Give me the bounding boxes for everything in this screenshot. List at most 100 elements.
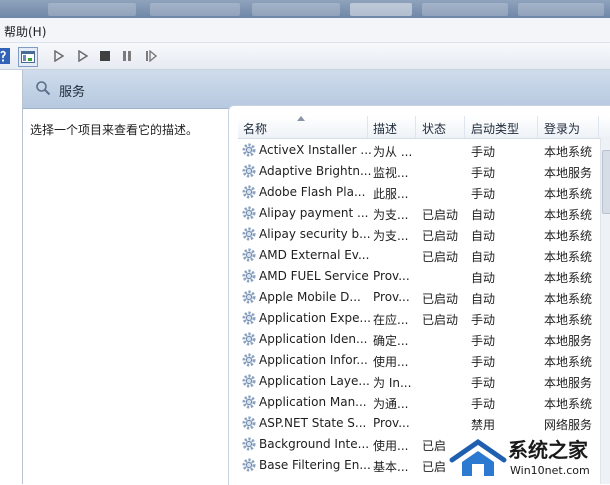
service-name: Adobe Flash Pla...	[259, 185, 366, 199]
table-row[interactable]: AMD FUEL Service Prov... 自动 本地系统	[238, 266, 598, 287]
column-header-logon-as[interactable]: 登录为	[544, 120, 580, 137]
play-icon	[54, 50, 64, 62]
column-header-row: 名称 描述 状态 启动类型 登录为	[238, 116, 610, 139]
pause-icon	[123, 51, 131, 61]
service-status: 已启动	[422, 229, 459, 243]
table-row[interactable]: ASP.NET State S... Prov... 禁用 网络服务	[238, 413, 598, 434]
service-description: Prov...	[373, 416, 410, 430]
stop-icon	[100, 51, 110, 61]
scrollbar-thumb[interactable]	[602, 150, 610, 214]
service-startup-type: 自动	[471, 229, 496, 243]
house-logo-icon	[449, 438, 507, 476]
service-logon-as: 本地系统	[544, 397, 593, 411]
table-row[interactable]: Application Infor... 使用... 手动 本地系统	[238, 350, 598, 371]
show-hide-console-button[interactable]	[18, 47, 38, 67]
service-name: ActiveX Installer ...	[259, 143, 372, 157]
service-logon-as: 本地系统	[544, 250, 593, 264]
service-startup-type: 自动	[471, 292, 496, 306]
service-name: Application Expe...	[259, 311, 371, 325]
toolbar	[0, 43, 610, 70]
table-row[interactable]: Alipay payment ... 为支... 已启动 自动 本地系统	[238, 203, 598, 224]
taskbar-button[interactable]	[350, 3, 412, 16]
service-logon-as: 本地系统	[544, 355, 593, 369]
restart-service-button[interactable]	[142, 47, 160, 65]
start-service-alt-button[interactable]	[74, 47, 92, 65]
stop-service-button[interactable]	[96, 47, 114, 65]
table-row[interactable]: ActiveX Installer ... 为从 ... 手动 本地系统	[238, 140, 598, 161]
service-name: Base Filtering En...	[259, 458, 371, 472]
service-name: Application Laye...	[259, 374, 370, 388]
table-row[interactable]: Adaptive Brightn... 监视... 手动 本地服务	[238, 161, 598, 182]
service-logon-as: 本地系统	[544, 271, 593, 285]
column-header-description[interactable]: 描述	[373, 120, 397, 137]
service-logon-as: 本地系统	[544, 187, 593, 201]
service-description: 此服...	[373, 187, 409, 201]
service-description: 为 In...	[373, 376, 412, 390]
taskbar-button[interactable]	[422, 3, 508, 16]
table-row[interactable]: Application Expe... 在应... 已启动 手动 本地系统	[238, 308, 598, 329]
watermark-site: Win10net.com	[510, 464, 590, 477]
service-description: Prov...	[373, 290, 410, 304]
service-description: 为通...	[373, 397, 409, 411]
service-name: Background Inte...	[259, 437, 370, 451]
start-service-button[interactable]	[50, 47, 68, 65]
service-gear-icon	[242, 437, 256, 451]
table-row[interactable]: Application Man... 为通... 手动 本地系统	[238, 392, 598, 413]
service-logon-as: 本地服务	[544, 166, 593, 180]
services-header: 服务	[23, 70, 610, 109]
column-header-status[interactable]: 状态	[422, 120, 446, 137]
service-gear-icon	[242, 290, 256, 304]
service-name: Apple Mobile D...	[259, 290, 361, 304]
service-logon-as: 本地系统	[544, 208, 593, 222]
service-description: 为支...	[373, 229, 409, 243]
description-pane: 选择一个项目来查看它的描述。	[23, 109, 233, 484]
pause-service-button[interactable]	[118, 47, 136, 65]
taskbar-strip	[0, 0, 610, 18]
service-name: Alipay security b...	[259, 227, 371, 241]
service-gear-icon	[242, 353, 256, 367]
taskbar-button[interactable]	[518, 3, 604, 16]
service-name: AMD External Ev...	[259, 248, 370, 262]
service-gear-icon	[242, 185, 256, 199]
service-logon-as: 网络服务	[544, 418, 593, 432]
service-startup-type: 手动	[471, 145, 496, 159]
service-startup-type: 手动	[471, 376, 496, 390]
service-gear-icon	[242, 269, 256, 283]
service-startup-type: 手动	[471, 166, 496, 180]
service-startup-type: 手动	[471, 355, 496, 369]
taskbar-button[interactable]	[252, 3, 340, 16]
menu-bar: 帮助(H)	[0, 18, 610, 43]
help-topic-button[interactable]	[0, 47, 12, 65]
help-icon	[0, 48, 10, 64]
service-startup-type: 手动	[471, 334, 496, 348]
search-icon	[36, 81, 51, 96]
taskbar-button[interactable]	[150, 3, 240, 16]
play-outline-icon	[78, 50, 88, 62]
service-logon-as: 本地服务	[544, 334, 593, 348]
service-startup-type: 自动	[471, 271, 496, 285]
column-header-name[interactable]: 名称	[243, 120, 267, 137]
table-row[interactable]: Adobe Flash Pla... 此服... 手动 本地系统	[238, 182, 598, 203]
sort-ascending-icon	[297, 116, 305, 121]
service-logon-as: 本地服务	[544, 376, 593, 390]
service-startup-type: 自动	[471, 208, 496, 222]
menu-help[interactable]: 帮助(H)	[4, 23, 46, 40]
taskbar-button[interactable]	[48, 3, 136, 16]
console-tree-icon	[21, 51, 35, 63]
service-description: 为支...	[373, 208, 409, 222]
table-row[interactable]: Alipay security b... 为支... 已启动 自动 本地系统	[238, 224, 598, 245]
service-description: 在应...	[373, 313, 409, 327]
watermark-brand: 系统之家	[508, 438, 588, 462]
service-gear-icon	[242, 206, 256, 220]
service-gear-icon	[242, 395, 256, 409]
table-row[interactable]: Application Laye... 为 In... 手动 本地服务	[238, 371, 598, 392]
table-row[interactable]: Apple Mobile D... Prov... 已启动 自动 本地系统	[238, 287, 598, 308]
column-header-startup-type[interactable]: 启动类型	[471, 120, 519, 137]
service-gear-icon	[242, 458, 256, 472]
service-startup-type: 自动	[471, 250, 496, 264]
table-row[interactable]: AMD External Ev... 已启动 自动 本地系统	[238, 245, 598, 266]
table-row[interactable]: Application Iden... 确定... 手动 本地服务	[238, 329, 598, 350]
service-name: Adaptive Brightn...	[259, 164, 372, 178]
service-gear-icon	[242, 164, 256, 178]
service-gear-icon	[242, 227, 256, 241]
